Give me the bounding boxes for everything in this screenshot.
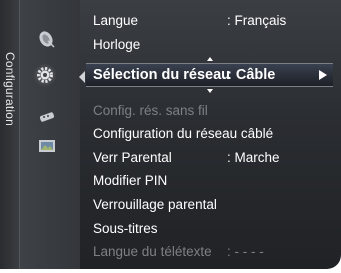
tv-screen: Configuration Langue: Français Horloge …: [0, 0, 341, 273]
menu-item-value: : Câble: [227, 67, 276, 83]
menu-item-langue-teletexte: Langue du télétexte : - - - -: [86, 241, 333, 262]
menu-item-label: Configuration du réseau câblé: [93, 126, 274, 141]
submenu-arrow-icon: [319, 70, 327, 80]
menu-item-selection-reseau[interactable]: Sélection du réseau : Câble: [86, 63, 333, 87]
menu-item-label: Modifier PIN: [93, 173, 168, 188]
satellite-dish-icon[interactable]: [34, 28, 60, 50]
category-icon-column: [20, 0, 80, 269]
category-title: Configuration: [3, 52, 17, 126]
menu-item-value: : Marche: [227, 150, 280, 165]
menu-item-label: Langue du télétexte: [93, 244, 212, 259]
picture-frame-icon[interactable]: [34, 135, 60, 157]
category-title-strip: Configuration: [0, 0, 20, 269]
menu-item-verr-parental[interactable]: Verr Parental : Marche: [86, 147, 333, 168]
remote-control-icon[interactable]: [34, 106, 60, 128]
menu-item-label: Verrouillage parental: [93, 197, 217, 212]
gear-icon[interactable]: [32, 64, 58, 86]
selector-notch: [79, 71, 85, 83]
scroll-up-icon: [207, 57, 213, 61]
menu-item-verrouillage-parental[interactable]: Verrouillage parental: [86, 194, 333, 215]
menu-item-langue[interactable]: Langue : Français: [86, 10, 333, 31]
menu-item-label: Config. rés. sans fil: [93, 103, 208, 118]
menu-item-config-reseau-cable[interactable]: Configuration du réseau câblé: [86, 123, 333, 144]
menu-item-config-sans-fil: Config. rés. sans fil: [86, 100, 333, 121]
menu-item-label: Verr Parental: [93, 150, 172, 165]
menu-item-value: : Français: [227, 13, 287, 28]
menu-item-horloge[interactable]: Horloge: [86, 34, 333, 55]
menu-item-modifier-pin[interactable]: Modifier PIN: [86, 170, 333, 191]
scroll-down-icon: [207, 89, 213, 93]
menu-item-label: Horloge: [93, 37, 141, 52]
menu-list: Langue : Français Horloge Sélection du r…: [86, 0, 341, 269]
menu-item-label: Langue: [93, 13, 139, 28]
setup-menu-panel: Configuration Langue: Français Horloge …: [0, 0, 341, 269]
menu-item-sous-titres[interactable]: Sous-titres: [86, 218, 333, 239]
menu-item-value: : - - - -: [227, 244, 264, 259]
menu-item-label: Sélection du réseau: [93, 67, 230, 83]
menu-item-label: Sous-titres: [93, 221, 158, 236]
